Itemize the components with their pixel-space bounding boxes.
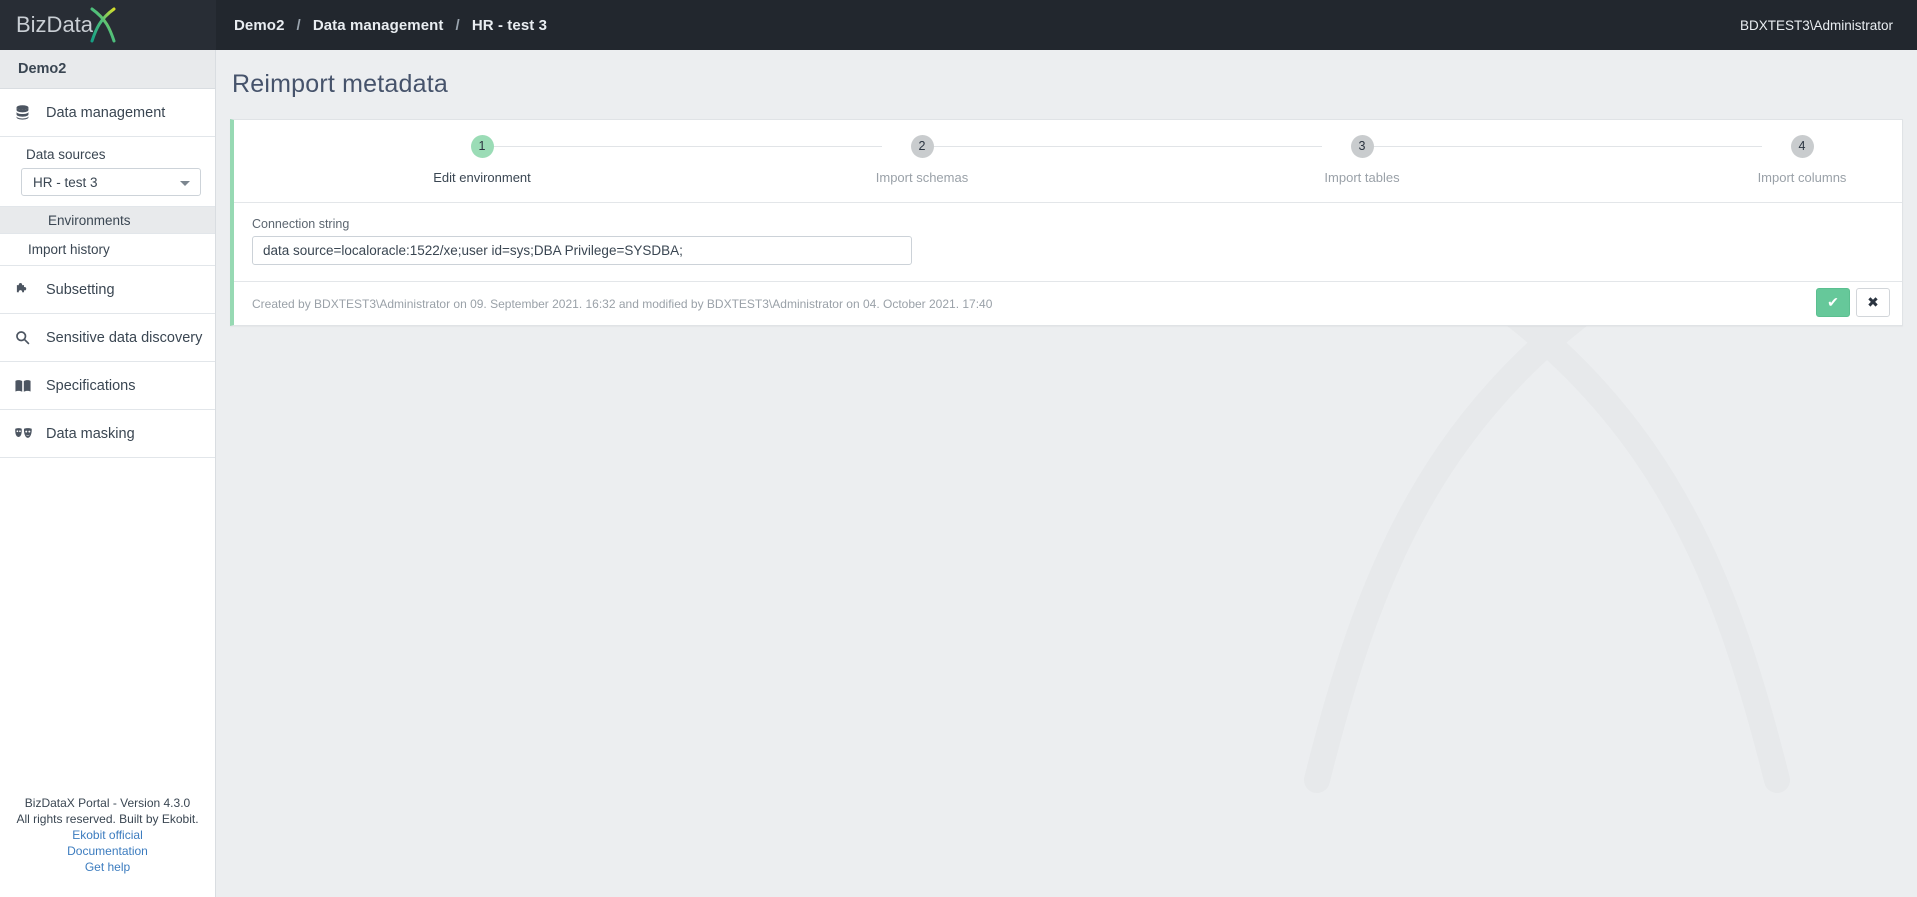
chevron-down-icon [180, 181, 190, 186]
database-icon [14, 103, 40, 123]
copyright-text: All rights reserved. Built by Ekobit. [16, 812, 199, 826]
step-label: Edit environment [433, 170, 531, 185]
sidebar-item-data-management[interactable]: Data management [0, 89, 215, 137]
sidebar-item-label: Data masking [46, 425, 135, 442]
step-number: 2 [910, 135, 934, 158]
step-number: 1 [470, 135, 494, 158]
edit-environment-form: Connection string [234, 203, 1902, 282]
step-3-import-tables[interactable]: 3 Import tables [1262, 120, 1462, 185]
data-sources-label: Data sources [26, 147, 106, 162]
masks-icon [14, 424, 40, 444]
link-get-help[interactable]: Get help [0, 859, 215, 875]
sidebar-item-subsetting[interactable]: Subsetting [0, 266, 215, 314]
bizdatax-logo-icon: BizData [16, 7, 116, 43]
sidebar-item-sensitive-data-discovery[interactable]: Sensitive data discovery [0, 314, 215, 362]
link-ekobit-official[interactable]: Ekobit official [0, 827, 215, 843]
step-2-import-schemas[interactable]: 2 Import schemas [822, 120, 1022, 185]
sidebar-item-label: Environments [48, 212, 131, 228]
created-modified-info: Created by BDXTEST3\Administrator on 09.… [252, 296, 993, 311]
breadcrumb-separator: / [455, 16, 460, 34]
step-label: Import columns [1757, 170, 1847, 185]
breadcrumb-separator: / [296, 16, 301, 34]
data-source-select[interactable]: HR - test 3 [21, 168, 201, 196]
sidebar-item-label: Data management [46, 104, 166, 121]
sidebar: Demo2 Data management Data sources HR - … [0, 50, 216, 897]
sidebar-item-label: Import history [28, 242, 110, 257]
sidebar-item-import-history[interactable]: Import history [0, 234, 215, 266]
page-title: Reimport metadata [232, 70, 448, 98]
step-1-edit-environment[interactable]: 1 Edit environment [382, 120, 582, 185]
cancel-button[interactable]: ✖ [1856, 288, 1890, 317]
step-number: 4 [1790, 135, 1814, 158]
current-user-label[interactable]: BDXTEST3\Administrator [1740, 0, 1893, 50]
stepper: 1 Edit environment 2 Import schemas 3 Im… [234, 120, 1902, 203]
link-documentation[interactable]: Documentation [0, 843, 215, 859]
check-icon: ✔ [1827, 294, 1839, 310]
sidebar-item-label: Subsetting [46, 281, 115, 298]
sidebar-item-environments[interactable]: Environments [0, 207, 215, 234]
step-connector-1-2 [482, 146, 882, 147]
sidebar-item-label: Specifications [46, 377, 136, 394]
breadcrumb-item-data-management[interactable]: Data management [313, 17, 444, 34]
sidebar-item-specifications[interactable]: Specifications [0, 362, 215, 410]
step-4-import-columns[interactable]: 4 Import columns [1702, 120, 1902, 185]
book-icon [14, 376, 40, 396]
puzzle-icon [14, 280, 40, 300]
connection-string-label: Connection string [252, 217, 350, 231]
top-bar: BizData Demo2 / Data management / HR - t… [0, 0, 1917, 50]
data-source-select-value: HR - test 3 [33, 174, 98, 190]
breadcrumb: Demo2 / Data management / HR - test 3 [234, 17, 547, 34]
card-footer: Created by BDXTEST3\Administrator on 09.… [234, 282, 1902, 325]
connection-string-input[interactable] [252, 236, 912, 265]
close-icon: ✖ [1867, 294, 1879, 310]
sidebar-item-data-masking[interactable]: Data masking [0, 410, 215, 458]
app-logo[interactable]: BizData [0, 0, 216, 50]
data-sources-section: Data sources HR - test 3 [0, 137, 215, 207]
step-label: Import tables [1324, 170, 1400, 185]
form-actions: ✔ ✖ [1816, 288, 1890, 317]
reimport-metadata-card: 1 Edit environment 2 Import schemas 3 Im… [230, 119, 1903, 326]
save-button[interactable]: ✔ [1816, 288, 1850, 317]
main-content: Reimport metadata 1 Edit environment 2 I… [216, 50, 1917, 897]
sidebar-item-label: Sensitive data discovery [46, 329, 203, 346]
step-connector-3-4 [1362, 146, 1762, 147]
portal-version: BizDataX Portal - Version 4.3.0 [24, 796, 191, 810]
breadcrumb-item-project[interactable]: Demo2 [234, 17, 285, 34]
step-number: 3 [1350, 135, 1374, 158]
breadcrumb-item-datasource[interactable]: HR - test 3 [472, 17, 547, 34]
sidebar-project-name: Demo2 [0, 50, 215, 89]
search-icon [14, 328, 40, 348]
step-label: Import schemas [875, 170, 969, 185]
sidebar-footer: BizDataX Portal - Version 4.3.0 All righ… [0, 795, 215, 897]
step-connector-2-3 [922, 146, 1322, 147]
svg-text:BizData: BizData [16, 12, 94, 37]
